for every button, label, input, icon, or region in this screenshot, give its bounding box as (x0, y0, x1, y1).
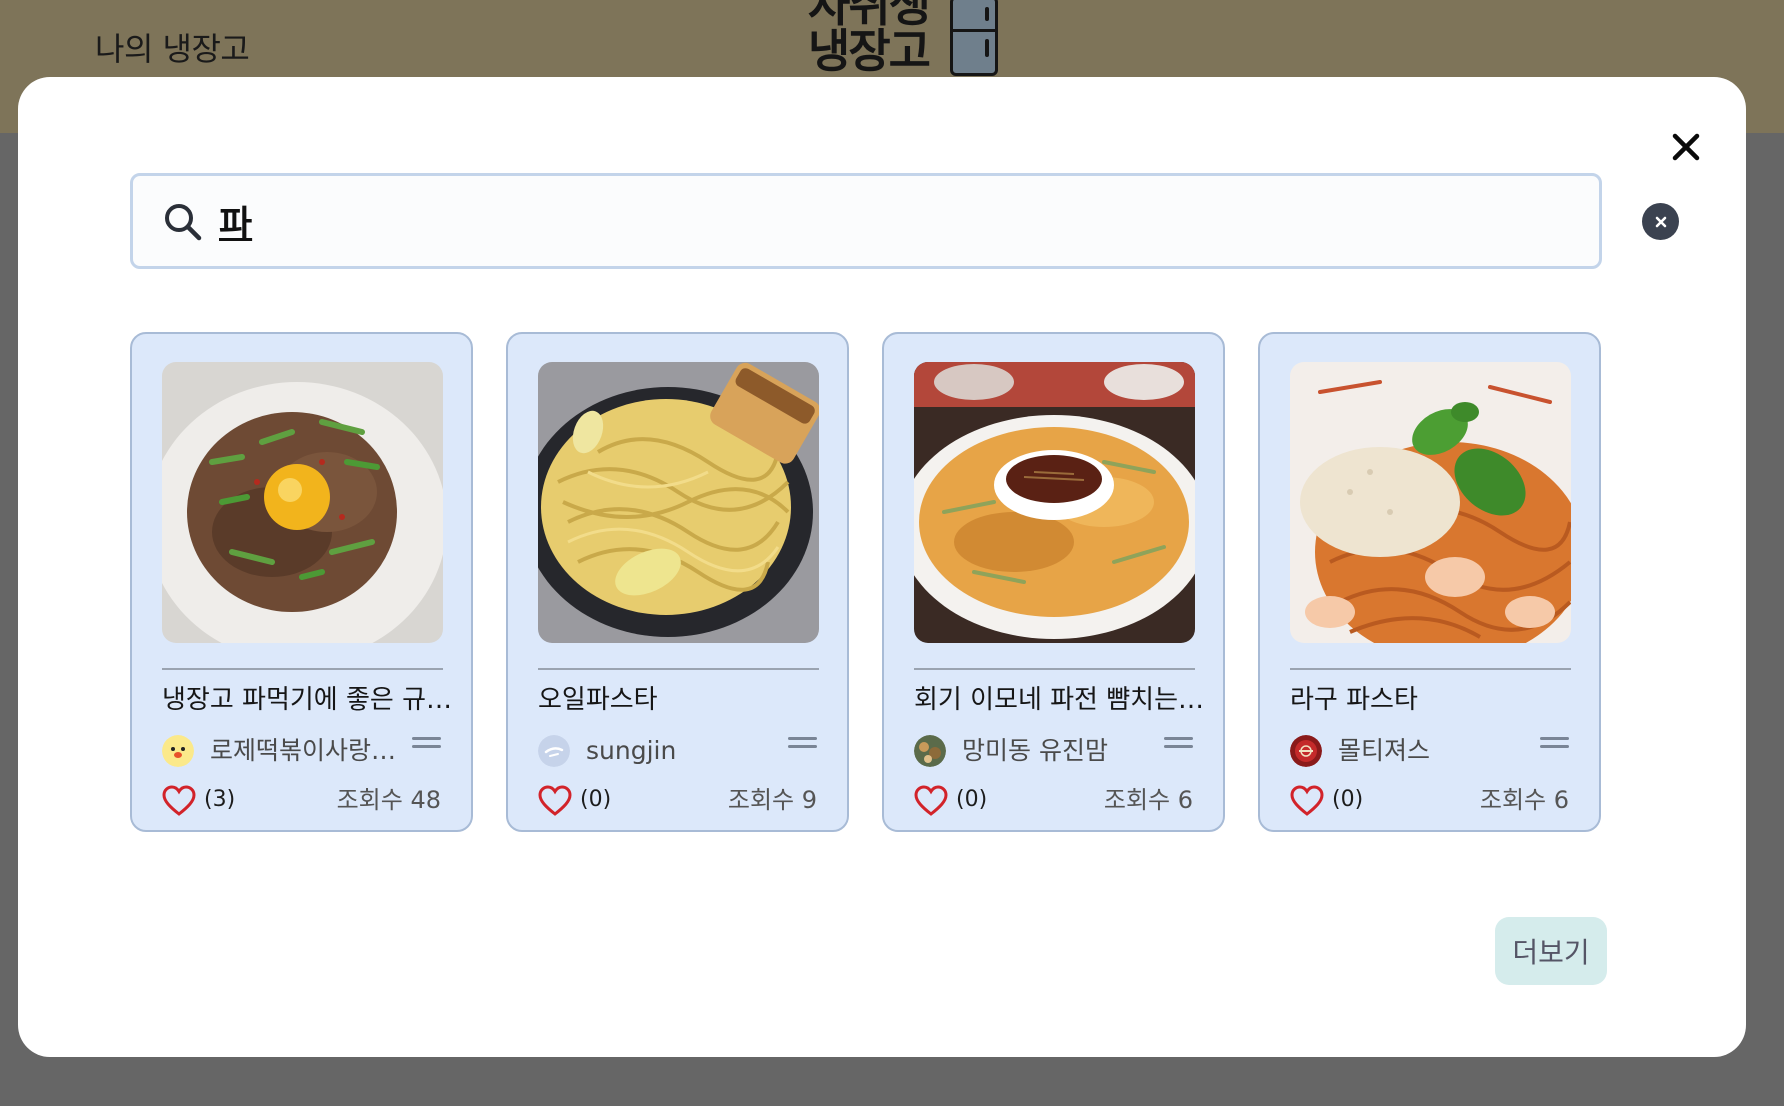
recipe-photo-ragu-pasta[interactable] (1290, 362, 1571, 643)
fridge-icon (950, 0, 998, 76)
clear-search-button[interactable] (1642, 203, 1679, 240)
search-bar (130, 173, 1679, 269)
clear-icon (1655, 216, 1666, 227)
recipe-results: 냉장고 파먹기에 좋은 규… 로제떡볶이사랑… (3) 조회수 48 오일파스타… (130, 332, 1604, 832)
like-count: (3) (204, 787, 236, 812)
close-button[interactable] (1666, 127, 1706, 167)
view-count: 조회수 9 (727, 786, 817, 814)
recipe-title[interactable]: 냉장고 파먹기에 좋은 규… (162, 680, 462, 720)
my-fridge-title[interactable]: 나의 냉장고 (95, 24, 250, 70)
heart-icon[interactable] (1290, 785, 1324, 817)
search-modal: 냉장고 파먹기에 좋은 규… 로제떡볶이사랑… (3) 조회수 48 (18, 77, 1746, 1057)
recipe-title[interactable]: 오일파스타 (538, 680, 838, 720)
like-count: (0) (580, 787, 612, 812)
recipe-card[interactable]: 회기 이모네 파전 뺨치는… 망미동 유진맘 (0) 조회수 6 (882, 332, 1225, 832)
view-count: 조회수 6 (1103, 786, 1193, 814)
view-count: 조회수 6 (1479, 786, 1569, 814)
close-icon (1672, 133, 1700, 161)
author-name[interactable]: sungjin (586, 732, 786, 770)
author-avatar (914, 735, 946, 767)
view-count: 조회수 48 (336, 786, 441, 814)
recipe-card[interactable]: 냉장고 파먹기에 좋은 규… 로제떡볶이사랑… (3) 조회수 48 (130, 332, 473, 832)
recipe-photo-pajeon[interactable] (914, 362, 1195, 643)
heart-icon[interactable] (538, 785, 572, 817)
recipe-title[interactable]: 라구 파스타 (1290, 680, 1590, 720)
card-divider (914, 668, 1195, 670)
logo-text: 자취생 냉장고 (808, 0, 931, 78)
like-count: (0) (1332, 787, 1364, 812)
author-avatar (1290, 735, 1322, 767)
recipe-title[interactable]: 회기 이모네 파전 뺨치는… (914, 680, 1214, 720)
author-name[interactable]: 몰티져스 (1338, 732, 1538, 770)
recipe-card[interactable]: 라구 파스타 몰티져스 (0) 조회수 6 (1258, 332, 1601, 832)
author-avatar (538, 735, 570, 767)
heart-icon[interactable] (914, 785, 948, 817)
search-icon (165, 204, 202, 241)
logo[interactable]: 자취생 냉장고 (808, 0, 1008, 82)
card-divider (162, 668, 443, 670)
card-menu-icon[interactable] (412, 737, 441, 753)
recipe-card[interactable]: 오일파스타 sungjin (0) 조회수 9 (506, 332, 849, 832)
card-divider (1290, 668, 1571, 670)
author-name[interactable]: 망미동 유진맘 (962, 732, 1162, 770)
recipe-photo-beef-bowl[interactable] (162, 362, 443, 643)
card-divider (538, 668, 819, 670)
logo-line-2: 냉장고 (808, 24, 931, 78)
like-count: (0) (956, 787, 988, 812)
heart-icon[interactable] (162, 785, 196, 817)
search-input[interactable] (219, 190, 1469, 252)
card-menu-icon[interactable] (1540, 737, 1569, 753)
load-more-button[interactable]: 더보기 (1495, 917, 1607, 985)
card-menu-icon[interactable] (788, 737, 817, 753)
author-avatar (162, 735, 194, 767)
card-menu-icon[interactable] (1164, 737, 1193, 753)
author-name[interactable]: 로제떡볶이사랑… (210, 732, 410, 770)
recipe-photo-oil-pasta[interactable] (538, 362, 819, 643)
